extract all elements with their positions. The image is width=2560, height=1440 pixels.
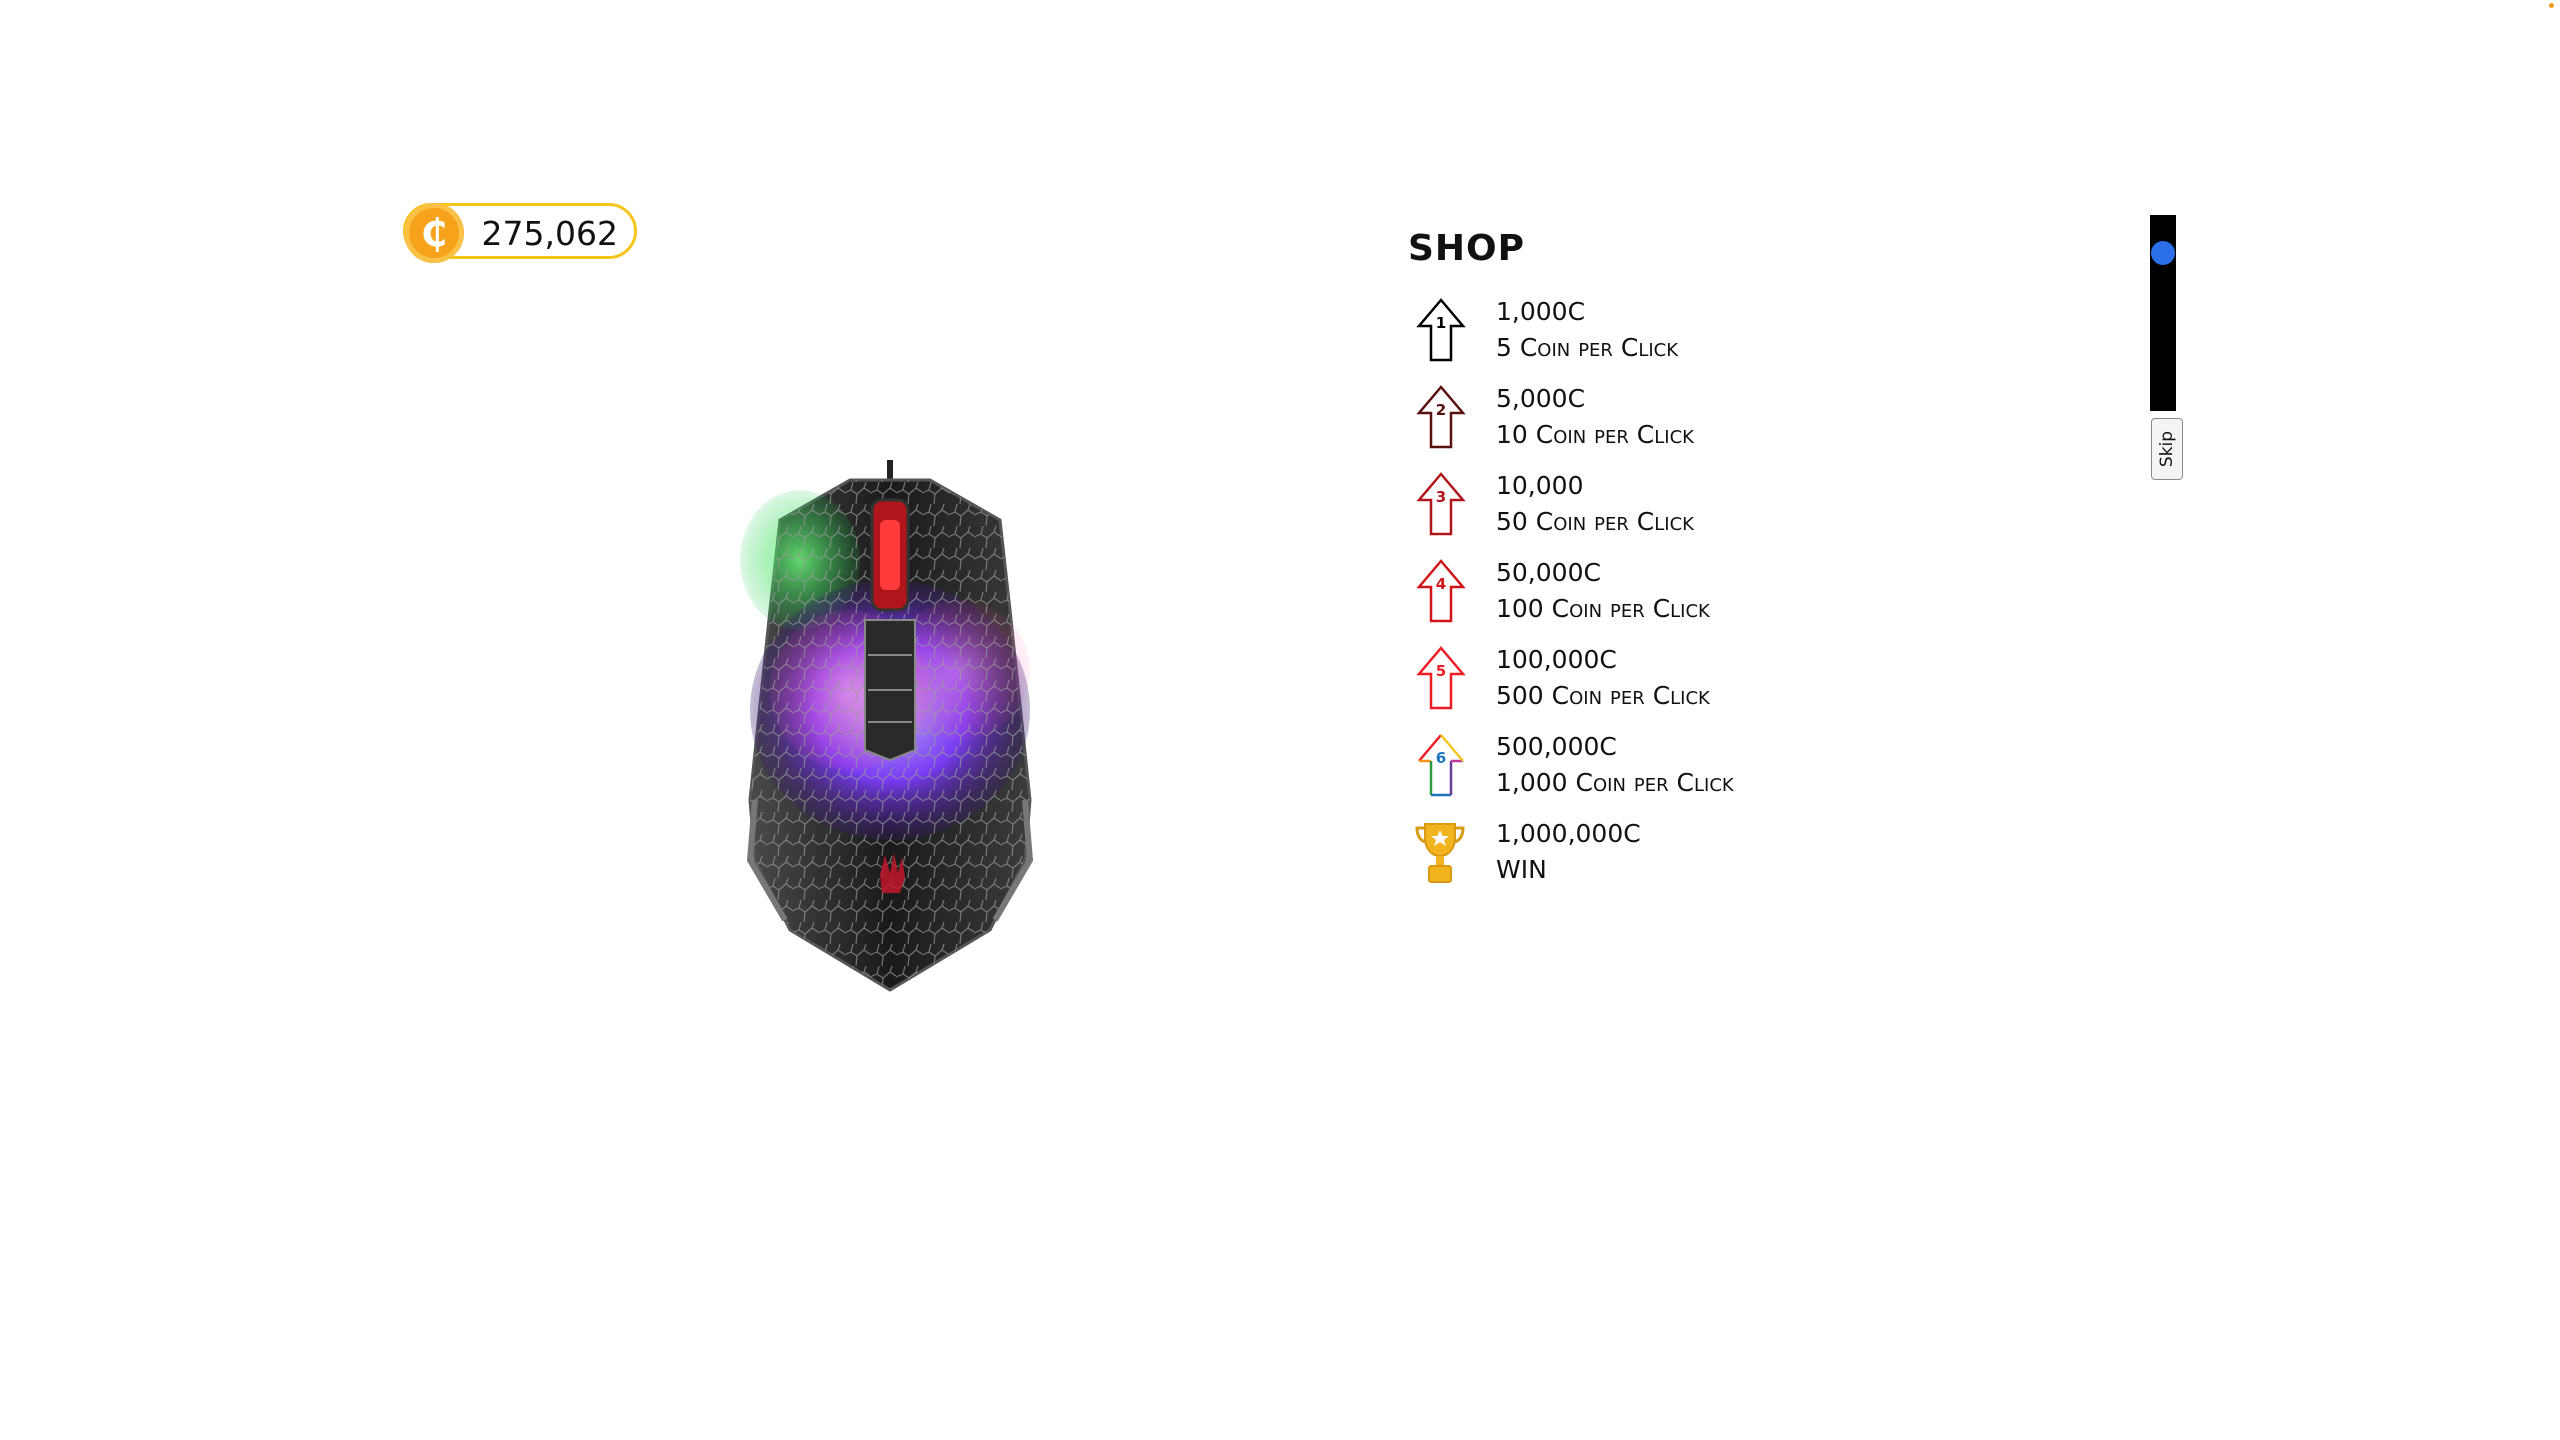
arrow-up-icon: 3 <box>1416 472 1466 536</box>
shop-item-upgrade-5[interactable]: 5 100,000C 500 Coin per Click <box>1408 642 2008 729</box>
trophy-icon <box>1415 823 1465 883</box>
coin-icon: ₵ <box>404 203 464 263</box>
game-stage: ₵ 275,062 SHOP 1 1,000C 5 Coin per Click… <box>0 0 2560 1440</box>
arrow-up-icon: 4 <box>1416 559 1466 623</box>
coin-symbol: ₵ <box>420 211 448 255</box>
shop-item-win[interactable]: 1,000,000C WIN <box>1408 816 2008 903</box>
status-dot <box>2549 3 2554 8</box>
shop-item-description: 500 Coin per Click <box>1496 681 1710 710</box>
svg-text:4: 4 <box>1436 575 1446 593</box>
svg-text:1: 1 <box>1436 314 1446 332</box>
shop-item-price: 5,000C <box>1496 384 1586 413</box>
shop-item-description: 5 Coin per Click <box>1496 333 1679 362</box>
gaming-mouse-clicker[interactable] <box>740 460 1040 1000</box>
shop-item-upgrade-3[interactable]: 3 10,000 50 Coin per Click <box>1408 468 2008 555</box>
shop-item-price: 10,000 <box>1496 471 1584 500</box>
shop-item-upgrade-1[interactable]: 1 1,000C 5 Coin per Click <box>1408 294 2008 381</box>
shop-item-upgrade-6[interactable]: 6 500,000C 1,000 Coin per Click <box>1408 729 2008 816</box>
skip-button[interactable]: Skip <box>2151 418 2183 480</box>
shop-item-price: 1,000,000C <box>1496 819 1641 848</box>
svg-text:5: 5 <box>1436 662 1446 680</box>
coin-balance: 275,062 <box>481 214 618 253</box>
coin-counter: ₵ 275,062 <box>403 203 637 263</box>
shop-item-description: WIN <box>1496 855 1547 884</box>
svg-text:2: 2 <box>1436 401 1446 419</box>
shop-item-description: 50 Coin per Click <box>1496 507 1694 536</box>
shop-title: SHOP <box>1408 228 1526 269</box>
vertical-slider[interactable] <box>2150 215 2176 411</box>
shop-item-price: 500,000C <box>1496 732 1617 761</box>
shop-item-price: 50,000C <box>1496 558 1601 587</box>
arrow-up-icon: 2 <box>1416 385 1466 449</box>
svg-text:6: 6 <box>1436 749 1446 767</box>
shop-item-description: 10 Coin per Click <box>1496 420 1694 449</box>
svg-text:3: 3 <box>1436 488 1446 506</box>
skip-label: Skip <box>2157 430 2177 468</box>
shop-list: 1 1,000C 5 Coin per Click 2 5,000C 10 Co… <box>1408 294 2008 903</box>
arrow-up-icon: 1 <box>1416 298 1466 362</box>
shop-item-upgrade-2[interactable]: 2 5,000C 10 Coin per Click <box>1408 381 2008 468</box>
gaming-mouse-icon <box>740 460 1034 992</box>
shop-item-upgrade-4[interactable]: 4 50,000C 100 Coin per Click <box>1408 555 2008 642</box>
shop-item-price: 100,000C <box>1496 645 1617 674</box>
shop-item-description: 100 Coin per Click <box>1496 594 1710 623</box>
slider-knob[interactable] <box>2151 241 2175 265</box>
arrow-up-icon: 5 <box>1416 646 1466 710</box>
rainbow-arrow-up-icon: 6 <box>1418 734 1464 797</box>
shop-item-price: 1,000C <box>1496 297 1586 326</box>
shop-item-description: 1,000 Coin per Click <box>1496 768 1734 797</box>
